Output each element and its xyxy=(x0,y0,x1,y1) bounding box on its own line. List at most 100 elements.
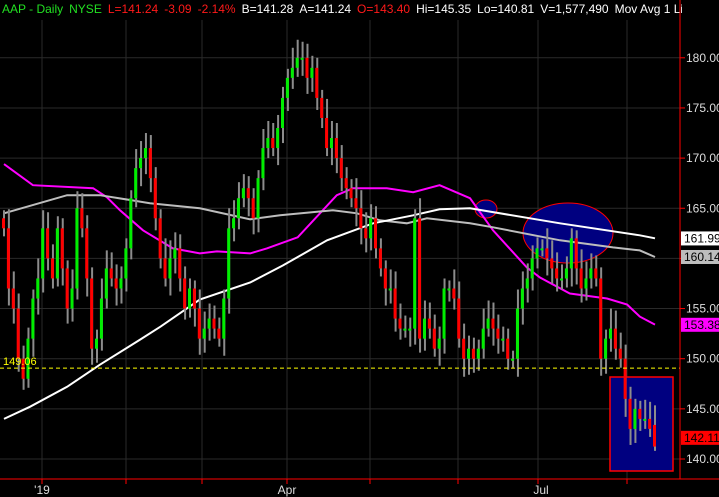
candle xyxy=(90,267,94,365)
candle-body xyxy=(618,348,622,359)
candle xyxy=(501,326,505,352)
candle-body xyxy=(183,278,187,309)
candle xyxy=(266,120,270,159)
candle xyxy=(310,55,314,92)
y-tick-label: 155.00 xyxy=(686,302,719,316)
candle-body xyxy=(305,57,309,78)
candle xyxy=(119,266,123,304)
candle xyxy=(232,200,236,242)
candle xyxy=(427,302,431,339)
candle-body xyxy=(104,268,108,299)
candle-body xyxy=(540,248,544,251)
candle-body xyxy=(628,398,632,429)
candle-body xyxy=(60,228,64,269)
candle xyxy=(476,339,480,371)
candle-body xyxy=(75,208,79,289)
highlight-rectangle xyxy=(609,376,674,472)
candle-body xyxy=(285,77,289,98)
candle xyxy=(114,264,118,306)
candle-body xyxy=(31,298,35,339)
candle xyxy=(525,263,529,303)
candle xyxy=(613,310,617,360)
candle xyxy=(271,122,275,157)
candle-body xyxy=(300,57,304,60)
candle-body xyxy=(158,218,162,259)
candle-body xyxy=(364,228,368,239)
candle-body xyxy=(188,288,191,309)
candle xyxy=(197,289,201,355)
candle xyxy=(295,39,299,77)
candle-body xyxy=(589,268,593,279)
candle-body xyxy=(41,228,45,279)
candle xyxy=(432,314,436,357)
candle-body xyxy=(608,328,612,339)
x-tick-label: Apr xyxy=(278,483,297,497)
candle-body xyxy=(457,298,461,339)
candle-body xyxy=(95,338,98,349)
candle-body xyxy=(471,348,475,359)
candle-body xyxy=(80,208,84,229)
candle-body xyxy=(232,218,236,229)
candle-body xyxy=(550,258,554,269)
candle xyxy=(422,300,426,351)
candle-body xyxy=(148,148,152,179)
candle xyxy=(261,129,265,191)
candle xyxy=(520,271,524,325)
candle-body xyxy=(236,198,240,219)
candle-body xyxy=(643,418,647,421)
candle xyxy=(241,174,245,208)
candle xyxy=(36,258,40,315)
price-chart[interactable]: 149.06 180.00175.00170.00165.00160.00155… xyxy=(0,0,719,497)
candle-body xyxy=(594,268,598,279)
candle xyxy=(192,280,196,327)
candle-body xyxy=(85,228,89,279)
y-tick-label: 165.00 xyxy=(686,201,719,215)
candle xyxy=(315,57,319,110)
support-label: 149.06 xyxy=(3,356,37,368)
candle-body xyxy=(427,318,431,329)
candle-body xyxy=(418,218,422,339)
candle-body xyxy=(16,308,20,359)
candle xyxy=(11,271,15,324)
candle xyxy=(158,209,162,269)
candle-body xyxy=(261,148,265,179)
candle-body xyxy=(467,348,470,359)
candle xyxy=(104,250,108,309)
x-tick-label: Jul xyxy=(533,483,548,497)
candle xyxy=(383,260,387,306)
candle-body xyxy=(422,318,426,339)
candle-body xyxy=(388,288,392,291)
candle xyxy=(236,182,240,230)
candle xyxy=(31,289,35,357)
candle-body xyxy=(408,328,412,331)
candle-body xyxy=(560,278,563,281)
candle-body xyxy=(442,288,446,339)
candle-body xyxy=(266,138,270,149)
candle-body xyxy=(653,424,656,447)
candle xyxy=(452,269,456,310)
candle-body xyxy=(530,258,534,279)
candle-body xyxy=(222,298,226,339)
candle xyxy=(148,135,152,193)
candle-body xyxy=(246,188,250,199)
candle-body xyxy=(281,97,284,129)
candle-body xyxy=(50,258,54,279)
candle xyxy=(251,188,255,235)
candle xyxy=(339,145,343,192)
candle xyxy=(334,122,338,174)
candle-body xyxy=(501,338,505,341)
candle-body xyxy=(437,338,441,349)
candle xyxy=(80,193,84,238)
candle-body xyxy=(11,288,15,309)
candle xyxy=(256,170,260,233)
candle-body xyxy=(320,97,324,118)
time-axis[interactable]: '19 Apr Jul xyxy=(34,479,628,497)
candle xyxy=(281,86,284,144)
candle xyxy=(285,68,289,111)
candle xyxy=(359,190,363,245)
candle xyxy=(2,210,5,237)
candle-body xyxy=(555,268,559,279)
candle xyxy=(354,178,358,227)
candle xyxy=(506,328,510,370)
candle-body xyxy=(46,228,50,259)
